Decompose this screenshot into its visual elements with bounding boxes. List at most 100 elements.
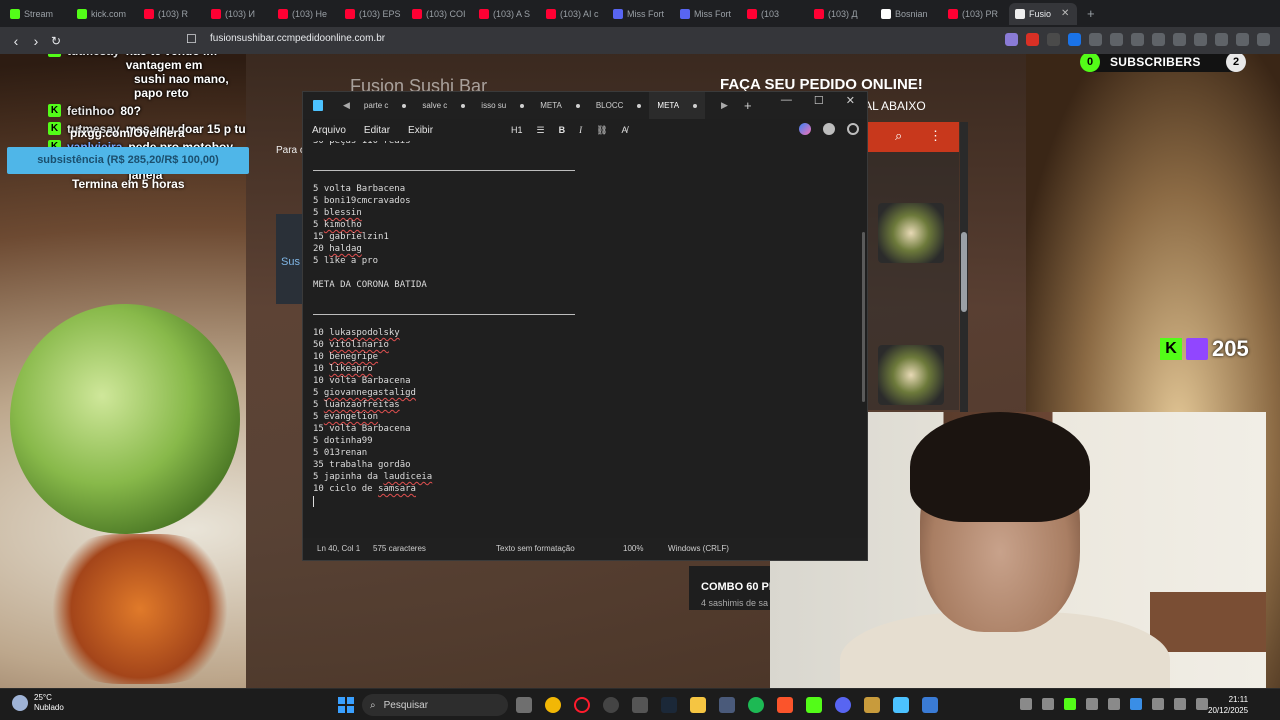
product-image[interactable] — [878, 345, 944, 405]
copilot-icon[interactable] — [799, 123, 811, 135]
app-icon[interactable] — [806, 697, 822, 713]
tray-icon[interactable] — [1086, 698, 1098, 710]
spotify-icon[interactable] — [748, 697, 764, 713]
unsaved-dot-icon[interactable] — [402, 103, 407, 108]
extension-icon[interactable] — [1089, 33, 1102, 46]
unsaved-dot-icon[interactable] — [693, 103, 698, 108]
tray-icon[interactable] — [1108, 698, 1120, 710]
browser-tab[interactable]: (103 — [741, 3, 808, 25]
browser-tab[interactable]: (103) AI c — [540, 3, 607, 25]
opera-icon[interactable] — [574, 697, 590, 713]
maximize-icon[interactable]: ☐ — [814, 94, 824, 107]
steam-icon[interactable] — [661, 697, 677, 713]
extension-icon[interactable] — [1068, 33, 1081, 46]
site-restaurant-card[interactable]: Sus — [276, 214, 304, 304]
tray-icon[interactable] — [1042, 698, 1054, 710]
search-icon[interactable]: ⌕ — [895, 128, 902, 144]
notepad-editor[interactable]: 30 peças 110 reais 5 volta Barbacena 5 bon… — [313, 141, 853, 525]
tray-icon[interactable] — [1064, 698, 1076, 710]
more-icon[interactable]: ⋮ — [929, 128, 942, 144]
tab-scroll-left-icon[interactable]: ◀ — [337, 100, 356, 111]
link-icon[interactable]: ⛓ — [596, 125, 607, 136]
browser-tab-active[interactable]: Fusio ✕ — [1009, 2, 1077, 25]
extension-icon[interactable] — [1047, 33, 1060, 46]
notepad-tab[interactable]: salve c — [414, 92, 473, 119]
unsaved-dot-icon[interactable] — [575, 103, 580, 108]
extension-icon[interactable] — [1131, 33, 1144, 46]
sidebar-icon[interactable] — [1173, 33, 1186, 46]
volume-icon[interactable] — [1196, 698, 1208, 710]
settings-icon[interactable] — [847, 123, 859, 135]
reload-icon[interactable]: ↻ — [46, 34, 66, 48]
task-view-icon[interactable] — [516, 697, 532, 713]
menu-exibir[interactable]: Exibir — [408, 125, 433, 136]
shield-icon[interactable] — [1236, 33, 1249, 46]
notepad-tab[interactable]: META — [649, 92, 706, 119]
start-button[interactable] — [338, 697, 354, 713]
browser-tab[interactable]: (103) A S — [473, 3, 540, 25]
bold-icon[interactable]: B — [559, 125, 566, 135]
weather-widget[interactable]: 25°C Nublado — [12, 693, 64, 713]
notepad-tab[interactable]: BLOCC — [588, 92, 650, 119]
extension-icon[interactable] — [1110, 33, 1123, 46]
extension-icon[interactable] — [1005, 33, 1018, 46]
app-icon[interactable] — [719, 697, 735, 713]
menu-editar[interactable]: Editar — [364, 125, 390, 136]
browser-tab[interactable]: (103) EPS — [339, 3, 406, 25]
account-icon[interactable] — [823, 123, 835, 135]
menu-arquivo[interactable]: Arquivo — [312, 125, 346, 136]
tab-scroll-right-icon[interactable]: ▶ — [715, 100, 734, 111]
extension-icon[interactable] — [1026, 33, 1039, 46]
bluetooth-icon[interactable] — [1130, 698, 1142, 710]
unsaved-dot-icon[interactable] — [520, 103, 525, 108]
browser-tab[interactable]: (103) И — [205, 3, 272, 25]
italic-icon[interactable]: I — [579, 125, 582, 135]
notepad-icon[interactable] — [893, 697, 909, 713]
discord-icon[interactable] — [835, 697, 851, 713]
calculator-icon[interactable] — [922, 697, 938, 713]
app-icon[interactable] — [632, 697, 648, 713]
close-icon[interactable]: ✕ — [846, 94, 855, 107]
download-icon[interactable] — [1215, 33, 1228, 46]
back-icon[interactable]: ‹ — [6, 33, 26, 49]
page-scrollbar[interactable] — [960, 122, 968, 412]
clear-format-icon[interactable]: A̸ — [622, 125, 628, 135]
browser-tab[interactable]: (103) R — [138, 3, 205, 25]
notepad-tab[interactable]: META — [532, 92, 588, 119]
chrome-icon[interactable] — [545, 697, 561, 713]
chat-username[interactable]: tutmesay — [67, 54, 120, 72]
new-tab-icon[interactable]: + — [744, 98, 752, 113]
unsaved-dot-icon[interactable] — [461, 103, 466, 108]
taskbar-clock[interactable]: 21:11 20/12/2025 — [1208, 694, 1248, 716]
music-icon[interactable] — [1152, 33, 1165, 46]
microphone-icon[interactable] — [1152, 698, 1164, 710]
bookmark-icon[interactable]: ☐ — [186, 32, 197, 46]
browser-tab[interactable]: (103) He — [272, 3, 339, 25]
wallet-icon[interactable] — [1194, 33, 1207, 46]
browser-tab[interactable]: kick.com — [71, 3, 138, 25]
scrollbar-thumb[interactable] — [961, 232, 967, 312]
product-image[interactable] — [878, 203, 944, 263]
network-icon[interactable] — [1174, 698, 1186, 710]
combo-card[interactable]: COMBO 60 PE 4 sashimis de sa — [689, 566, 779, 610]
browser-tab[interactable]: Bosnian — [875, 3, 942, 25]
chat-username[interactable]: fetinhoo — [67, 104, 114, 118]
browser-tab[interactable]: Miss Fort — [674, 3, 741, 25]
browser-tab[interactable]: Miss Fort — [607, 3, 674, 25]
list-icon[interactable]: ☰ — [537, 125, 545, 136]
editor-scrollbar[interactable] — [862, 232, 865, 402]
heading-dropdown[interactable]: H1 — [511, 125, 523, 135]
browser-tab[interactable]: (103) Д — [808, 3, 875, 25]
notepad-tab[interactable]: isso su — [473, 92, 532, 119]
file-explorer-icon[interactable] — [690, 697, 706, 713]
minimize-icon[interactable]: — — [781, 94, 792, 107]
taskbar-search[interactable]: ⌕ Pesquisar — [362, 694, 508, 716]
brave-icon[interactable] — [777, 697, 793, 713]
obs-icon[interactable] — [603, 697, 619, 713]
app-icon[interactable] — [864, 697, 880, 713]
notepad-window[interactable]: ◀ parte c salve c isso su META BLOCC META ▶ + —… — [302, 91, 868, 561]
browser-tab[interactable]: Stream — [4, 3, 71, 25]
close-tab-icon[interactable]: ✕ — [1061, 8, 1069, 19]
menu-icon[interactable] — [1257, 33, 1270, 46]
browser-tab[interactable]: (103) COI — [406, 3, 473, 25]
